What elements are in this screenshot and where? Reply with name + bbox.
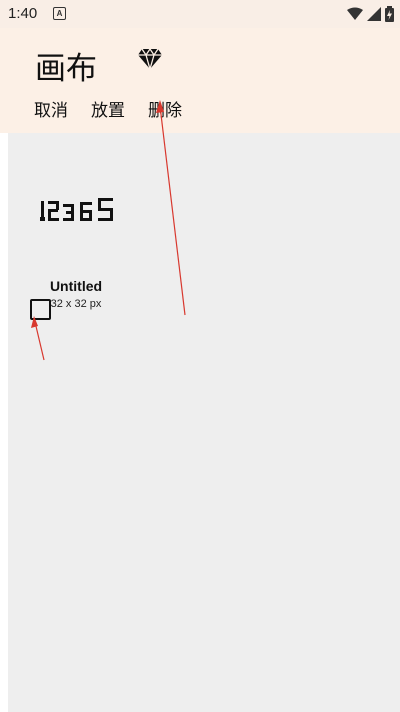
wifi-icon	[347, 7, 363, 20]
status-icons	[347, 6, 394, 22]
canvas-thumbnail[interactable]	[40, 196, 118, 226]
place-button[interactable]: 放置	[91, 96, 125, 121]
canvas-title: Untitled	[49, 278, 103, 294]
status-bar: 1:40 A	[0, 0, 400, 28]
page-title: 画布	[35, 51, 97, 86]
cancel-button[interactable]: 取消	[34, 96, 68, 121]
select-checkbox[interactable]	[30, 299, 51, 320]
delete-button[interactable]: 删除	[148, 96, 182, 121]
app-notification-icon: A	[53, 7, 66, 20]
diamond-icon[interactable]	[137, 45, 163, 71]
app-bar: 画布 取消 放置 删除	[0, 28, 400, 133]
battery-icon	[385, 6, 394, 22]
signal-icon	[367, 7, 381, 21]
status-time: 1:40	[8, 5, 38, 22]
action-bar: 取消 放置 删除	[34, 96, 205, 121]
